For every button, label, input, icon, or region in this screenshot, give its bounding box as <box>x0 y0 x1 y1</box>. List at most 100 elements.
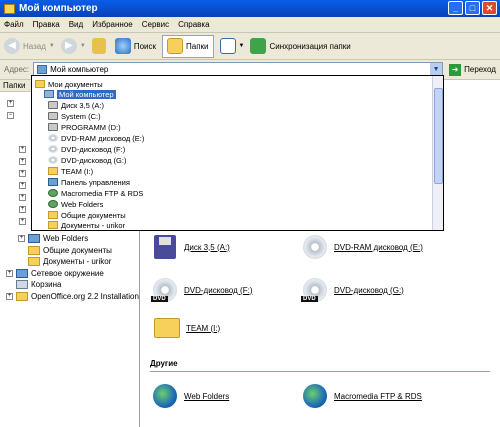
minimize-button[interactable]: _ <box>448 1 463 15</box>
dropdown-item[interactable]: DVD-дисковод (F:) <box>48 144 125 154</box>
dvd-ram-icon <box>301 233 329 261</box>
menu-favorites[interactable]: Избранное <box>92 20 133 29</box>
cd-icon <box>48 156 58 164</box>
folder-icon <box>28 246 40 255</box>
expand-icon[interactable]: + <box>6 270 13 277</box>
menu-help[interactable]: Справка <box>178 20 209 29</box>
dropdown-item-label: Мои документы <box>48 79 103 89</box>
expand-icon[interactable]: + <box>18 235 25 242</box>
network-icon <box>28 234 40 243</box>
tree-item-label: Документы - urikor <box>43 257 112 266</box>
ftp-item[interactable]: Macromedia FTP & RDS <box>301 382 422 410</box>
chevron-down-icon: ▼ <box>79 43 86 49</box>
menu-tools[interactable]: Сервис <box>142 20 169 29</box>
tree-item-shared-docs[interactable]: Общие документы <box>28 246 112 255</box>
dropdown-item[interactable]: Мои документы <box>35 79 103 89</box>
tree-item-openoffice[interactable]: + OpenOffice.org 2.2 Installation F <box>6 292 146 301</box>
dropdown-item-label: Мой компьютер <box>57 89 116 99</box>
drive-f[interactable]: DVD DVD-дисковод (F:) <box>151 276 253 304</box>
dropdown-item[interactable]: Macromedia FTP & RDS <box>48 188 143 198</box>
my-computer-icon <box>4 3 15 14</box>
go-button[interactable]: ➜ Переход <box>449 63 496 76</box>
recycle-bin-icon <box>16 280 28 289</box>
back-button[interactable]: ◀ Назад ▼ <box>4 38 55 54</box>
tree-item-network[interactable]: + Сетевое окружение <box>6 269 104 278</box>
chevron-down-icon: ▼ <box>48 43 55 49</box>
drive-label: DVD-дисковод (G:) <box>334 285 404 295</box>
expand-icon[interactable]: + <box>19 158 26 165</box>
dropdown-item[interactable]: Мой компьютер <box>44 89 116 99</box>
network-icon <box>48 189 58 197</box>
network-icon <box>48 200 58 208</box>
close-button[interactable]: ✕ <box>482 1 497 15</box>
dropdown-item[interactable]: TEAM (I:) <box>48 166 93 176</box>
address-value: Мой компьютер <box>50 65 109 74</box>
drive-e[interactable]: DVD-RAM дисковод (E:) <box>301 233 423 261</box>
dropdown-item[interactable]: PROGRAMM (D:) <box>48 122 121 132</box>
network-places-icon <box>16 269 28 278</box>
folder-icon <box>48 221 58 229</box>
dropdown-item-label: DVD-дисковод (F:) <box>61 144 126 154</box>
drive-label: DVD-RAM дисковод (E:) <box>334 242 423 252</box>
tree-item-user-docs[interactable]: Документы - urikor <box>28 257 111 266</box>
back-label: Назад <box>23 41 46 51</box>
tree-item-label: Сетевое окружение <box>31 269 104 278</box>
address-dropdown: Мои документы Мой компьютер Диск 3,5 (A:… <box>31 75 444 231</box>
dropdown-item[interactable]: DVD-дисковод (G:) <box>48 155 126 165</box>
folder-icon <box>35 80 45 88</box>
up-button[interactable] <box>91 38 109 54</box>
sync-button[interactable]: Синхронизация папки <box>250 38 351 54</box>
dropdown-scrollbar[interactable] <box>432 76 443 230</box>
expand-icon[interactable]: + <box>19 182 26 189</box>
chevron-down-icon: ▼ <box>238 43 245 49</box>
dropdown-item[interactable]: Диск 3,5 (A:) <box>48 100 104 110</box>
dropdown-item[interactable]: System (C:) <box>48 111 101 121</box>
drive-i[interactable]: TEAM (I:) <box>153 314 220 342</box>
expand-icon[interactable]: + <box>19 206 26 213</box>
dropdown-item[interactable]: Документы - urikor <box>48 220 125 230</box>
drive-g[interactable]: DVD DVD-дисковод (G:) <box>301 276 404 304</box>
dropdown-item[interactable]: DVD-RAM дисковод (E:) <box>48 133 144 143</box>
menu-edit[interactable]: Правка <box>33 20 60 29</box>
dropdown-item-label: Web Folders <box>61 199 104 209</box>
divider <box>150 371 490 372</box>
other-section-header: Другие <box>150 359 178 368</box>
window-title: Мой компьютер <box>19 3 98 14</box>
expand-icon[interactable]: + <box>7 100 14 107</box>
tree-item-recycle-bin[interactable]: Корзина <box>16 280 61 289</box>
web-folders-item[interactable]: Web Folders <box>151 382 229 410</box>
dropdown-item-label: Панель управления <box>61 177 130 187</box>
floppy-icon <box>151 233 179 261</box>
expand-icon[interactable]: + <box>19 146 26 153</box>
dropdown-item[interactable]: Web Folders <box>48 199 103 209</box>
dropdown-item-label: System (C:) <box>61 111 101 121</box>
menu-file[interactable]: Файл <box>4 20 24 29</box>
menu-view[interactable]: Вид <box>69 20 83 29</box>
drive-a[interactable]: Диск 3,5 (A:) <box>151 233 230 261</box>
forward-button[interactable]: ▶ ▼ <box>60 38 86 54</box>
collapse-icon[interactable]: − <box>7 112 14 119</box>
views-button[interactable]: ▼ <box>219 38 245 54</box>
folders-icon <box>167 38 183 54</box>
toolbar: ◀ Назад ▼ ▶ ▼ Поиск Папки ▼ Синхронизаци… <box>0 33 500 60</box>
search-button[interactable]: Поиск <box>114 38 156 54</box>
dropdown-item[interactable]: Панель управления <box>48 177 130 187</box>
tree-item-web-folders[interactable]: + Web Folders <box>18 234 88 243</box>
expand-icon[interactable]: + <box>19 194 26 201</box>
maximize-button[interactable]: □ <box>465 1 480 15</box>
folder-icon <box>48 211 58 219</box>
tree-item-label: OpenOffice.org 2.2 Installation F <box>31 292 147 301</box>
drive-icon <box>48 123 58 131</box>
dropdown-item-label: DVD-RAM дисковод (E:) <box>61 133 145 143</box>
dropdown-item[interactable]: Общие документы <box>48 210 126 220</box>
drive-label: TEAM (I:) <box>186 323 221 333</box>
sync-icon <box>250 38 267 54</box>
expand-icon[interactable]: + <box>19 218 26 225</box>
dropdown-item-label: Macromedia FTP & RDS <box>61 188 144 198</box>
dropdown-item-label: Общие документы <box>61 210 126 220</box>
folders-button[interactable]: Папки <box>162 34 214 58</box>
expand-icon[interactable]: + <box>19 170 26 177</box>
forward-arrow-icon: ▶ <box>60 38 77 54</box>
expand-icon[interactable]: + <box>6 293 13 300</box>
scrollbar-thumb[interactable] <box>434 88 443 184</box>
